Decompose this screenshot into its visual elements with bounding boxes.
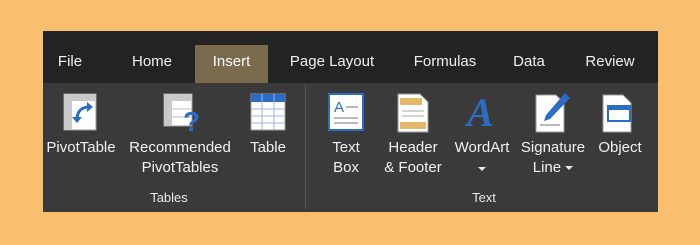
recommended-pivottables-icon: ? (163, 93, 200, 133)
svg-text:A: A (334, 99, 344, 116)
tab-review[interactable]: Review (581, 45, 639, 83)
group-label-tables: Tables (150, 190, 188, 205)
wordart-button[interactable]: A WordArt (449, 83, 515, 189)
pivottable-button[interactable]: PivotTable (43, 83, 119, 189)
group-label-text: Text (472, 190, 496, 205)
wordart-icon: A (465, 91, 494, 131)
excel-ribbon-window: File Home Insert Page Layout Formulas Da… (43, 31, 658, 212)
recommended-pivottables-label: Recommended PivotTables (129, 139, 231, 176)
signature-line-label: Signature Line (520, 139, 586, 176)
tab-home[interactable]: Home (126, 45, 178, 83)
tab-file[interactable]: File (55, 45, 85, 83)
text-box-label: Text Box (332, 139, 360, 176)
svg-text:?: ? (183, 106, 200, 133)
header-footer-icon (397, 93, 429, 133)
tab-page-layout[interactable]: Page Layout (284, 45, 380, 83)
ribbon-tab-bar: File Home Insert Page Layout Formulas Da… (43, 31, 658, 83)
object-label: Object (598, 139, 642, 156)
signature-line-button[interactable]: Signature Line (515, 83, 591, 189)
table-button[interactable]: Table (241, 83, 295, 189)
group-separator (305, 85, 306, 209)
pivottable-icon (63, 93, 97, 131)
header-footer-label: Header & Footer (384, 139, 442, 176)
tab-formulas[interactable]: Formulas (407, 45, 483, 83)
table-icon (250, 93, 286, 131)
recommended-pivottables-button[interactable]: ? Recommended PivotTables (121, 83, 239, 189)
ribbon-panel: PivotTable ? Recommended PivotTables Tab… (43, 83, 658, 212)
wordart-dropdown-caret[interactable] (478, 167, 486, 171)
signature-line-dropdown-caret[interactable] (565, 166, 574, 171)
tab-data[interactable]: Data (509, 45, 549, 83)
signature-line-icon (535, 93, 570, 133)
pivottable-label: PivotTable (46, 139, 116, 156)
text-box-icon: A (328, 93, 364, 131)
svg-text:A: A (465, 91, 494, 131)
tab-insert[interactable]: Insert (195, 45, 268, 83)
header-footer-button[interactable]: Header & Footer (375, 83, 451, 189)
object-button[interactable]: Object (591, 83, 649, 189)
wordart-label: WordArt (454, 139, 510, 156)
table-label: Table (250, 139, 286, 156)
text-box-button[interactable]: A Text Box (319, 83, 373, 189)
object-icon (602, 94, 632, 133)
